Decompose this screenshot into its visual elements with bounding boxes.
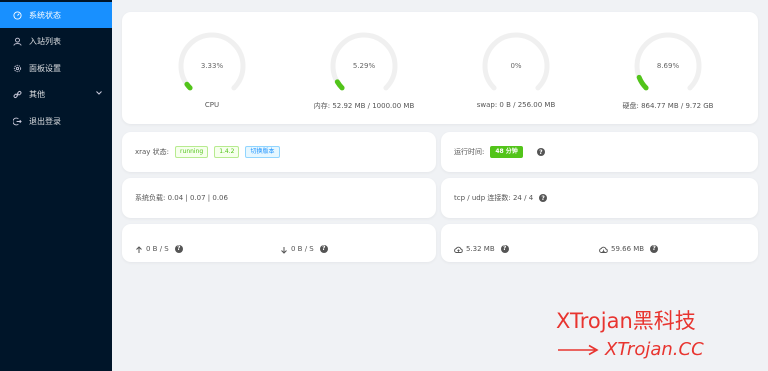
help-icon[interactable]: ?	[500, 244, 509, 253]
sidebar-item-other[interactable]: 其他	[0, 81, 112, 107]
help-icon[interactable]: ?	[319, 244, 328, 253]
arrow-right-icon	[558, 344, 599, 355]
sidebar-item-label: 系统状态	[29, 10, 61, 20]
link-icon	[12, 89, 22, 99]
gauge-label-disk: 硬盘: 864.77 MB / 9.72 GB	[622, 102, 714, 110]
xray-version-tag: 1.4.2	[214, 146, 240, 158]
gear-icon	[12, 63, 22, 73]
help-icon[interactable]: ?	[174, 244, 183, 253]
connections-card: tcp / udp 连接数: 24 / 4 ?	[441, 178, 758, 218]
uptime-card: 运行时间: 48 分钟 ?	[441, 132, 758, 172]
connections-text: tcp / udp 连接数: 24 / 4	[454, 194, 534, 202]
help-icon[interactable]: ?	[536, 148, 545, 156]
sidebar-item-label: 入站列表	[29, 36, 61, 46]
user-icon	[12, 36, 22, 46]
watermark-title: XTrojan黑科技	[556, 309, 696, 333]
arrow-down-icon	[280, 239, 288, 258]
logout-icon	[12, 116, 22, 126]
download-speed: 0 B / S	[291, 244, 314, 253]
sidebar-item-system-status[interactable]: 系统状态	[0, 2, 112, 28]
xray-status-label: xray 状态:	[135, 148, 170, 156]
xray-running-tag: running	[175, 146, 209, 158]
cloud-download-icon	[599, 239, 608, 258]
sidebar: 系统状态 入站列表 面板设置 其他 退出登录	[0, 0, 112, 371]
sidebar-item-label: 面板设置	[29, 63, 61, 73]
help-icon[interactable]: ?	[650, 244, 659, 253]
cloud-upload-icon	[454, 239, 463, 258]
gauge-percent: 3.33%	[200, 62, 224, 70]
system-load-text: 系统负载: 0.04 | 0.07 | 0.06	[135, 194, 228, 202]
gauge-percent: 0%	[510, 62, 522, 70]
disk-gauge: 8.69%	[633, 31, 713, 101]
gauge-percent: 8.69%	[656, 62, 680, 70]
sidebar-item-logout[interactable]: 退出登录	[0, 108, 112, 134]
network-speed-card: 0 B / S ? 0 B / S ?	[122, 224, 436, 262]
gauge-label-swap: swap: 0 B / 256.00 MB	[476, 101, 556, 109]
sidebar-item-label: 其他	[29, 89, 45, 99]
total-upload: 5.32 MB	[466, 244, 495, 253]
upload-speed: 0 B / S	[146, 244, 169, 253]
system-usage-card: 3.33% CPU 5.29% 内存: 52.92 MB / 1000.00 M…	[122, 12, 758, 124]
swap-gauge: 0%	[481, 31, 561, 101]
gauge-label-cpu: CPU	[204, 101, 220, 109]
memory-gauge: 5.29%	[329, 31, 409, 101]
total-download: 59.66 MB	[611, 244, 645, 253]
dashboard-icon	[12, 10, 22, 20]
chevron-down-icon[interactable]	[95, 89, 103, 97]
watermark-url-row: XTrojan.CC	[557, 339, 704, 360]
gauge-percent: 5.29%	[352, 62, 376, 70]
uptime-label: 运行时间:	[454, 148, 485, 156]
xray-status-card: xray 状态: running 1.4.2 切换版本	[122, 132, 436, 172]
sidebar-item-panel-settings[interactable]: 面板设置	[0, 55, 112, 81]
arrow-up-icon	[135, 239, 143, 258]
system-load-card: 系统负载: 0.04 | 0.07 | 0.06	[122, 178, 436, 218]
gauge-label-memory: 内存: 52.92 MB / 1000.00 MB	[313, 102, 415, 110]
switch-version-button[interactable]: 切换版本	[245, 146, 280, 158]
help-icon[interactable]: ?	[539, 194, 548, 202]
traffic-card: 5.32 MB ? 59.66 MB ?	[441, 224, 758, 262]
uptime-value-tag: 48 分钟	[490, 146, 523, 158]
sidebar-item-inbound-list[interactable]: 入站列表	[0, 28, 112, 54]
cpu-gauge: 3.33%	[177, 31, 257, 101]
sidebar-item-label: 退出登录	[29, 116, 61, 126]
watermark-url: XTrojan.CC	[605, 339, 704, 360]
